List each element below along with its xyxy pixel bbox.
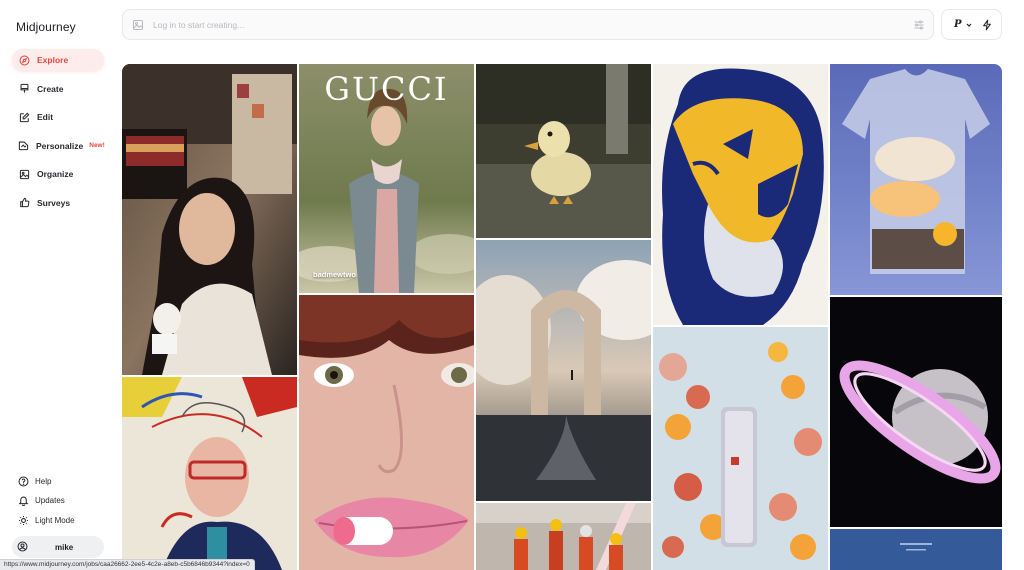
tile-gucci-portrait[interactable]: GUCCI badmewtwo bbox=[299, 64, 474, 293]
nav-light-mode[interactable]: Light Mode bbox=[12, 512, 104, 528]
nav-edit[interactable]: Edit bbox=[12, 106, 104, 128]
nav-create[interactable]: Create bbox=[12, 78, 104, 100]
tile-lion[interactable] bbox=[653, 64, 828, 325]
nav-updates[interactable]: Updates bbox=[12, 493, 104, 509]
user-icon bbox=[17, 541, 29, 553]
profile-version-button[interactable]: P bbox=[954, 19, 962, 30]
nav-label: Help bbox=[35, 476, 52, 486]
tile-saturn[interactable] bbox=[830, 297, 1002, 527]
paintbrush-icon bbox=[18, 83, 30, 95]
prompt-input[interactable] bbox=[153, 19, 893, 30]
user-menu[interactable]: mike bbox=[12, 536, 104, 558]
bolt-icon[interactable] bbox=[981, 19, 993, 31]
creator-name: badmewtwo bbox=[313, 270, 356, 279]
personalize-icon bbox=[18, 140, 29, 152]
settings-sliders-icon[interactable] bbox=[913, 19, 925, 31]
bottom-nav: Help Updates Light Mode bbox=[12, 473, 104, 532]
nav-help[interactable]: Help bbox=[12, 473, 104, 489]
bell-icon bbox=[17, 495, 29, 507]
tile-duck[interactable] bbox=[476, 64, 651, 238]
tile-blue-poster[interactable] bbox=[830, 529, 1002, 570]
nav-personalize[interactable]: Personalize New! bbox=[12, 135, 105, 157]
nav-label: Edit bbox=[37, 112, 54, 123]
tile-pill-lips[interactable] bbox=[299, 295, 474, 570]
gucci-heading: GUCCI bbox=[324, 70, 449, 108]
tile-glass-shirt[interactable] bbox=[830, 64, 1002, 295]
chevron-down-icon[interactable] bbox=[965, 21, 973, 29]
image-icon bbox=[18, 168, 30, 180]
nav-explore[interactable]: Explore bbox=[12, 49, 104, 71]
compass-icon bbox=[18, 54, 30, 66]
nav-label: Light Mode bbox=[35, 515, 75, 525]
new-badge: New! bbox=[89, 142, 105, 150]
status-url: https://www.midjourney.com/jobs/caa26662… bbox=[0, 559, 255, 570]
username: mike bbox=[55, 542, 74, 552]
nav-label: Personalize bbox=[36, 140, 84, 151]
nav-surveys[interactable]: Surveys bbox=[12, 192, 104, 214]
prompt-bar bbox=[122, 9, 934, 40]
nav-label: Updates bbox=[35, 496, 65, 505]
tile-portrait-collage[interactable] bbox=[122, 377, 297, 570]
thumbs-up-icon bbox=[18, 197, 30, 209]
explore-gallery: GUCCI badmewtwo bbox=[122, 64, 1002, 570]
app-logo[interactable]: Midjourney bbox=[16, 20, 76, 34]
sun-icon bbox=[17, 514, 29, 526]
image-upload-icon[interactable] bbox=[132, 19, 144, 31]
tile-fruit-bottle[interactable] bbox=[653, 327, 828, 570]
main-nav: Explore Create Edit Personalize New! Org… bbox=[12, 49, 105, 221]
edit-icon bbox=[18, 111, 30, 123]
nav-label: Surveys bbox=[37, 197, 71, 208]
top-actions: P bbox=[941, 9, 1002, 40]
nav-label: Create bbox=[37, 83, 64, 94]
sidebar: Midjourney Explore Create Edit Personali… bbox=[0, 0, 112, 570]
nav-label: Explore bbox=[37, 55, 69, 65]
tile-miniature-figures[interactable] bbox=[476, 503, 651, 570]
tile-girl-with-cup[interactable] bbox=[122, 64, 297, 375]
nav-label: Organize bbox=[37, 169, 74, 180]
tile-cloud-arch[interactable] bbox=[476, 240, 651, 501]
help-icon bbox=[17, 475, 29, 487]
nav-organize[interactable]: Organize bbox=[12, 163, 104, 185]
